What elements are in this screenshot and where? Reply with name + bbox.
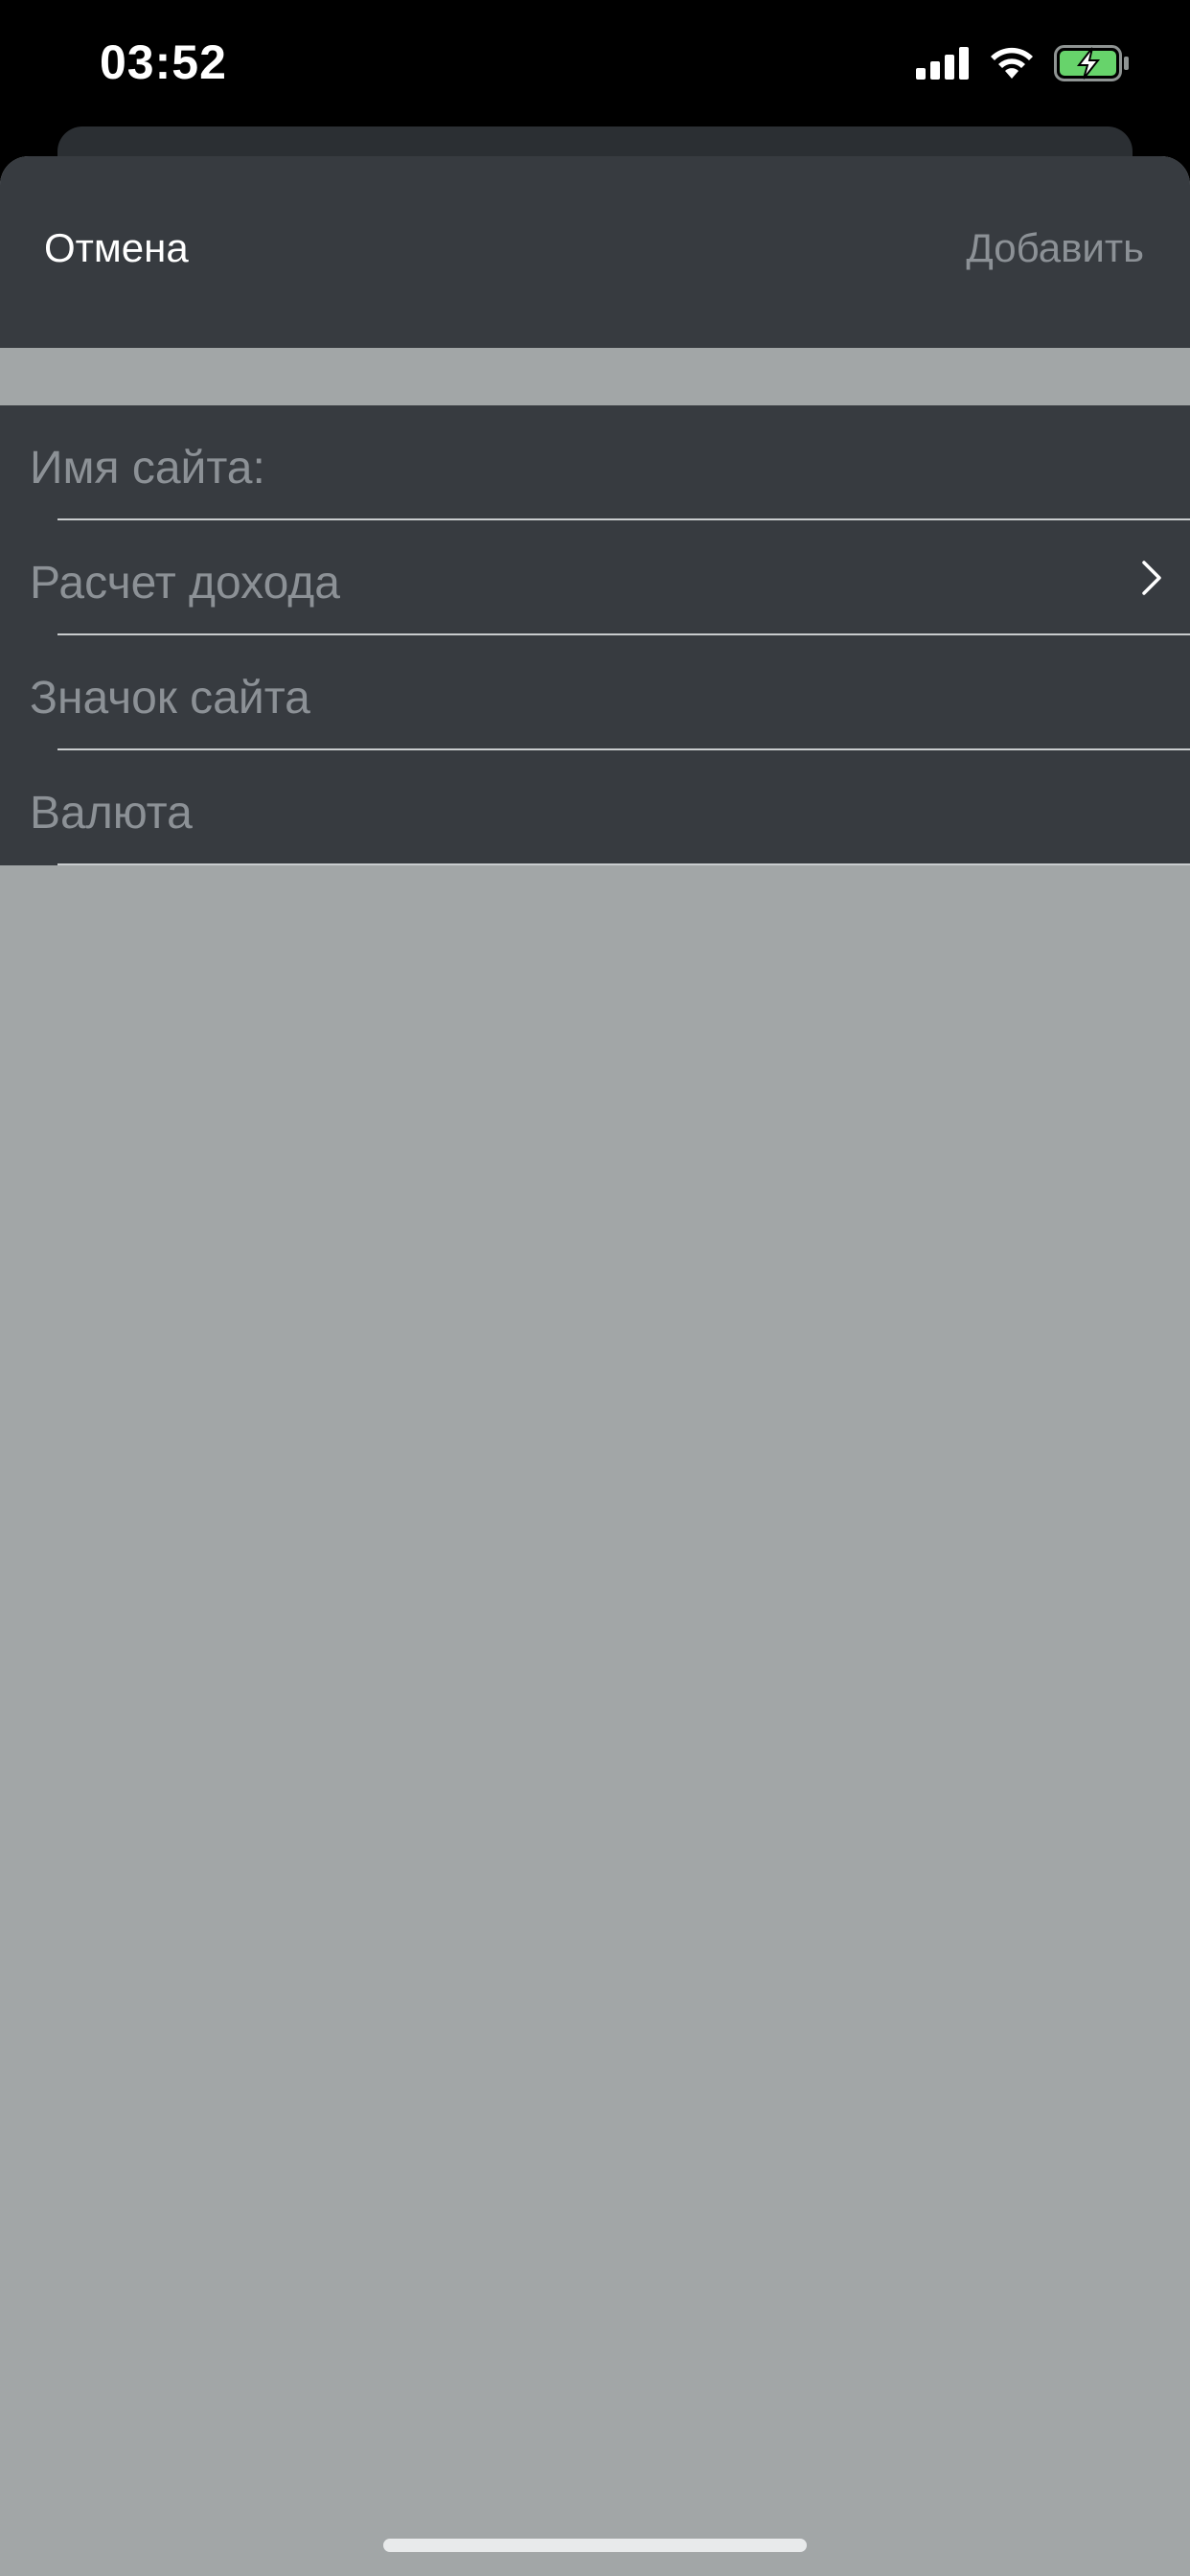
site-form: Имя сайта: Расчет дохода Значок сайта Ва… [0, 405, 1190, 865]
row-separator [57, 863, 1190, 865]
currency-label: Валюта [30, 788, 193, 839]
currency-row[interactable]: Валюта [0, 750, 1190, 865]
home-indicator[interactable] [383, 2539, 807, 2552]
income-calculation-row[interactable]: Расчет дохода [0, 520, 1190, 635]
site-name-field[interactable]: Имя сайта: [0, 405, 1190, 520]
screen: 03:52 Отмена Добавить Имя сайта: Расчет … [0, 0, 1190, 2576]
status-icons [916, 44, 1131, 82]
battery-charging-icon [1054, 45, 1131, 81]
chevron-right-icon [1140, 559, 1165, 597]
site-name-label: Имя сайта: [30, 443, 265, 494]
site-icon-label: Значок сайта [30, 673, 310, 724]
add-button[interactable]: Добавить [966, 225, 1144, 271]
signal-icon [916, 47, 970, 80]
income-calculation-label: Расчет дохода [30, 558, 340, 609]
wifi-icon [989, 46, 1035, 80]
status-bar: 03:52 [0, 0, 1190, 126]
add-site-sheet: Отмена Добавить Имя сайта: Расчет дохода… [0, 156, 1190, 2576]
site-icon-row[interactable]: Значок сайта [0, 635, 1190, 750]
nav-bar: Отмена Добавить [0, 156, 1190, 348]
status-time: 03:52 [100, 35, 227, 89]
cancel-button[interactable]: Отмена [44, 225, 189, 271]
